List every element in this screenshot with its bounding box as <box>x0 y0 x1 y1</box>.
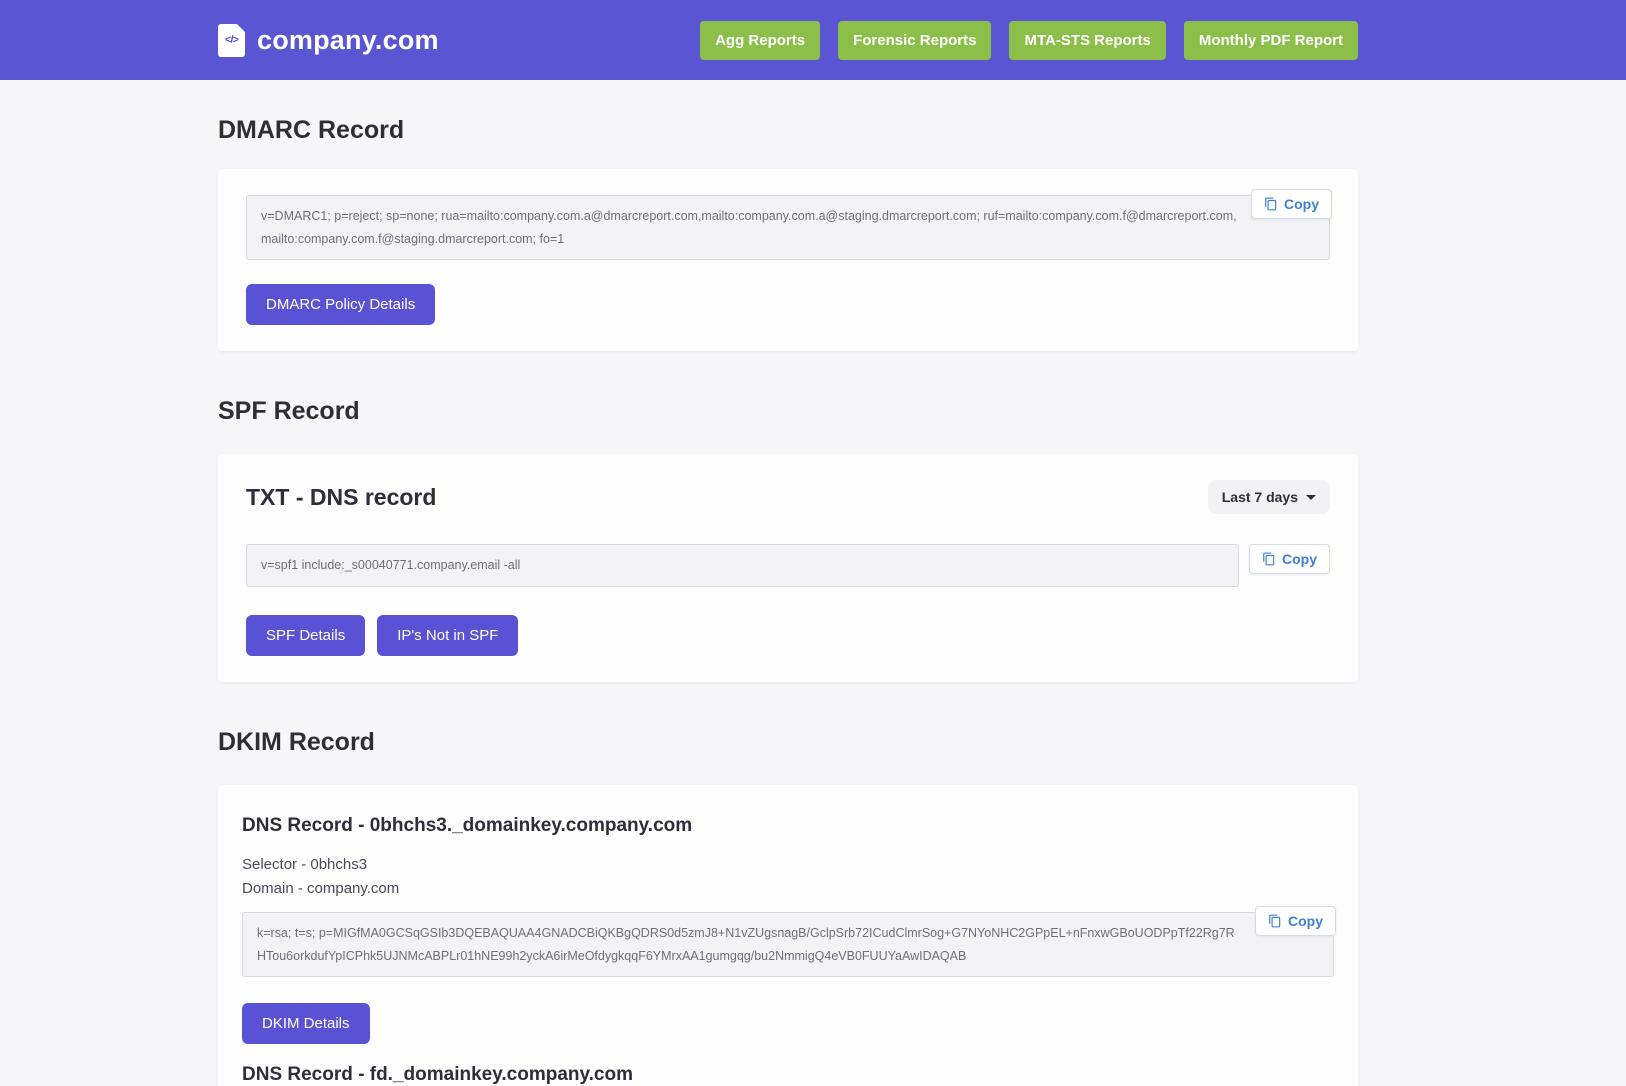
main-nav: Agg Reports Forensic Reports MTA-STS Rep… <box>700 20 1358 60</box>
dmarc-copy-button[interactable]: Copy <box>1251 189 1332 219</box>
spf-record-value: v=spf1 include:_s00040771.company.email … <box>246 544 1239 587</box>
spf-section-heading: SPF Record <box>218 397 360 425</box>
dkim-section-heading: DKIM Record <box>218 727 375 756</box>
dkim-record-block: DNS Record - fd._domainkey.company.com S… <box>242 1064 1334 1086</box>
dmarc-policy-details-button[interactable]: DMARC Policy Details <box>246 284 436 325</box>
dkim-dns-record-title: DNS Record - 0bhchs3._domainkey.company.… <box>242 814 693 836</box>
copy-button-label: Copy <box>1284 196 1319 212</box>
chevron-down-icon <box>1306 494 1316 500</box>
dkim-domain-label: Domain - company.com <box>242 880 400 898</box>
dkim-selector-label: Selector - 0bhchs3 <box>242 855 368 873</box>
spf-card-title: TXT - DNS record <box>246 483 437 510</box>
brand-logo: </> company.com <box>218 23 439 57</box>
brand-name: company.com <box>257 24 439 55</box>
dmarc-record-value: v=DMARC1; p=reject; sp=none; rua=mailto:… <box>246 195 1330 260</box>
copy-button-label: Copy <box>1282 551 1317 567</box>
nav-forensic-reports-button[interactable]: Forensic Reports <box>838 20 992 60</box>
nav-monthly-pdf-report-button[interactable]: Monthly PDF Report <box>1183 20 1358 60</box>
date-range-dropdown[interactable]: Last 7 days <box>1207 480 1330 514</box>
dkim-card: DNS Record - 0bhchs3._domainkey.company.… <box>218 784 1358 1086</box>
top-navbar: </> company.com Agg Reports Forensic Rep… <box>0 0 1626 80</box>
spf-record-row: v=spf1 include:_s00040771.company.email … <box>246 544 1330 587</box>
dmarc-card: v=DMARC1; p=reject; sp=none; rua=mailto:… <box>218 169 1358 351</box>
copy-icon <box>1265 197 1277 211</box>
nav-mta-sts-reports-button[interactable]: MTA-STS Reports <box>1009 20 1166 60</box>
logo-glyph: </> <box>225 34 239 46</box>
nav-agg-reports-button[interactable]: Agg Reports <box>700 20 821 60</box>
copy-icon <box>1269 914 1281 928</box>
dmarc-section-heading: DMARC Record <box>218 116 405 144</box>
dkim-record-value: k=rsa; t=s; p=MIGfMA0GCSqGSIb3DQEBAQUAA4… <box>242 912 1334 977</box>
folded-corner-decoration <box>237 23 245 32</box>
dkim-record-block: DNS Record - 0bhchs3._domainkey.company.… <box>242 814 1336 1044</box>
copy-button-label: Copy <box>1288 913 1323 929</box>
spf-card: TXT - DNS record Last 7 days v=spf1 incl… <box>218 454 1358 682</box>
document-code-icon: </> <box>218 23 245 57</box>
copy-icon <box>1263 552 1275 566</box>
dkim-details-button[interactable]: DKIM Details <box>242 1003 370 1044</box>
spf-copy-button[interactable]: Copy <box>1249 544 1330 574</box>
dkim-record-row: k=rsa; t=s; p=MIGfMA0GCSqGSIb3DQEBAQUAA4… <box>242 906 1336 977</box>
spf-details-button[interactable]: SPF Details <box>246 614 366 656</box>
ips-not-in-spf-button[interactable]: IP's Not in SPF <box>377 614 519 656</box>
dmarc-record-row: v=DMARC1; p=reject; sp=none; rua=mailto:… <box>246 189 1332 260</box>
date-range-selected-value: Last 7 days <box>1221 489 1298 505</box>
dkim-dns-record-title: DNS Record - fd._domainkey.company.com <box>242 1064 633 1085</box>
dkim-copy-button[interactable]: Copy <box>1255 906 1336 936</box>
